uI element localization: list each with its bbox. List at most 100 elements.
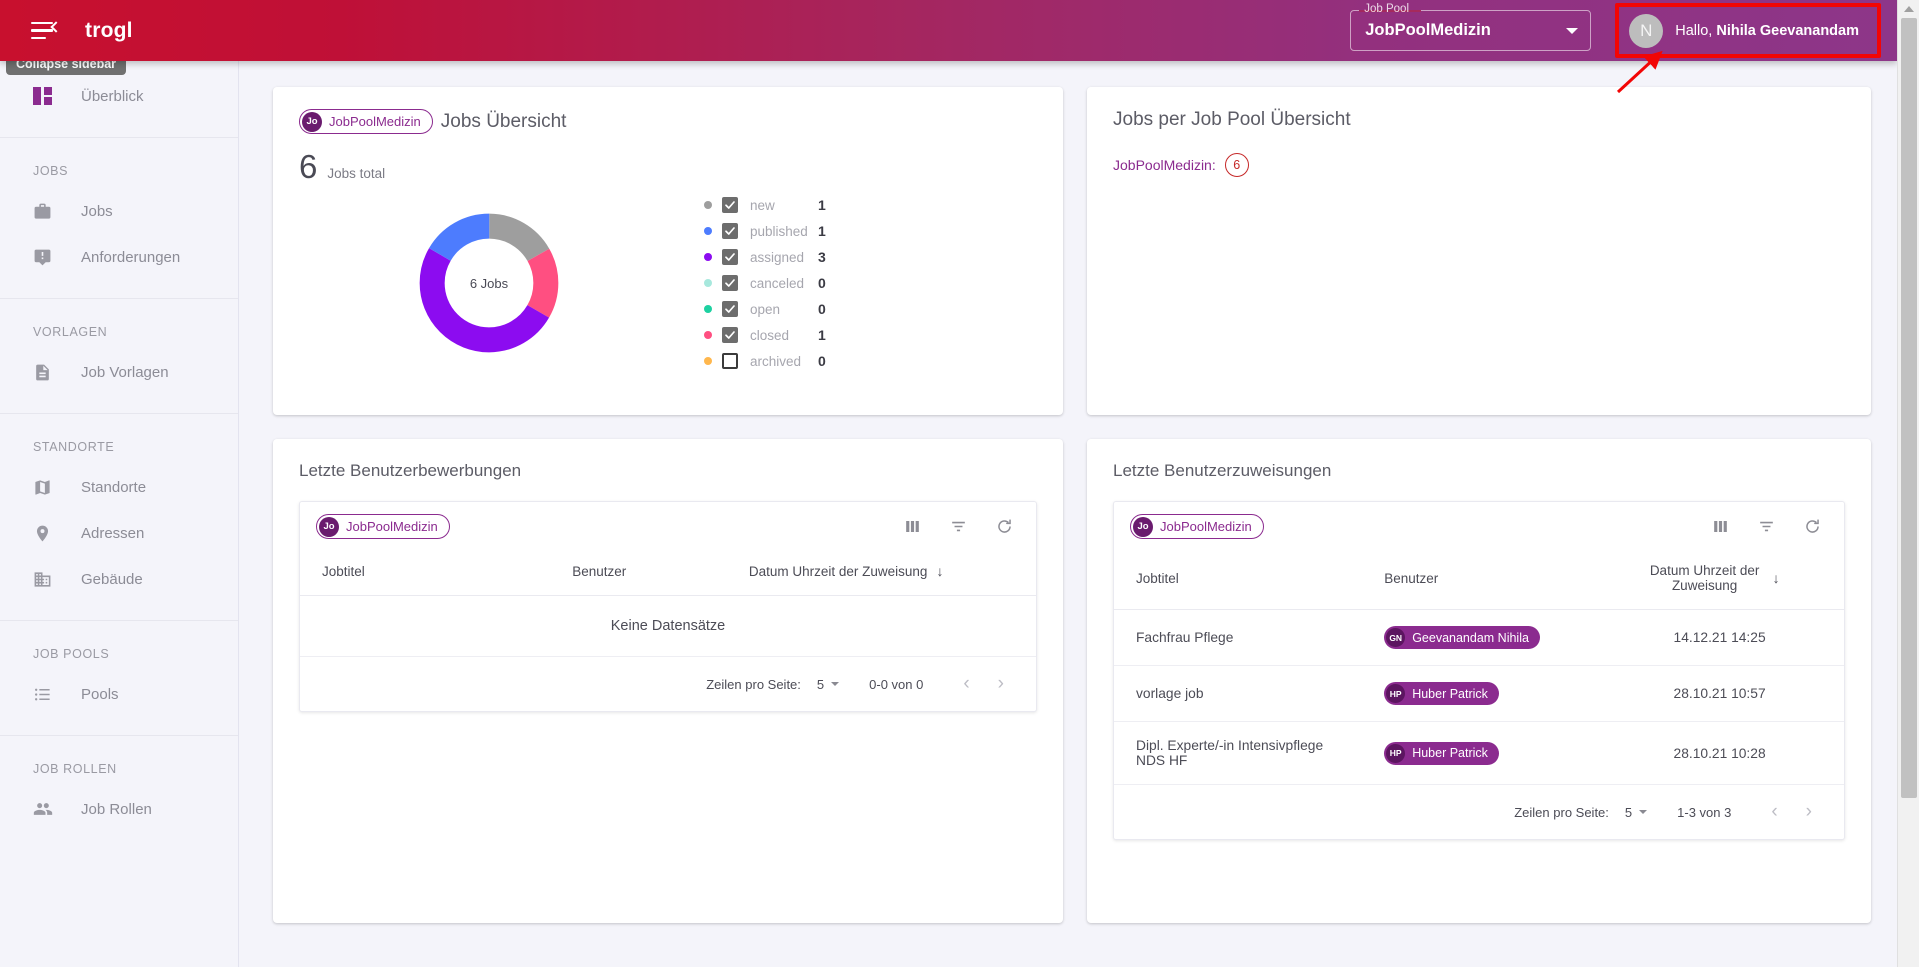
legend-value: 1 bbox=[818, 327, 826, 343]
jobs-total-number: 6 bbox=[299, 148, 318, 185]
jobpool-chip[interactable]: Jo JobPoolMedizin bbox=[299, 109, 433, 134]
sortable-header[interactable]: Datum Uhrzeit der Zuweisung ↓ bbox=[749, 563, 944, 579]
filter-icon[interactable] bbox=[949, 517, 968, 536]
sidebar-item-anforderungen[interactable]: Anforderungen bbox=[0, 234, 238, 280]
previous-page-button[interactable]: ‹ bbox=[1757, 801, 1791, 823]
scroll-up-arrow-icon[interactable] bbox=[1903, 6, 1914, 12]
sidebar-item-gebaude[interactable]: Gebäude bbox=[0, 556, 238, 602]
table-row[interactable]: Fachfrau Pflege GN Geevanandam Nihila 14.12… bbox=[1114, 609, 1844, 666]
assignments-table: Jobtitel Benutzer Datum Uhrzeit der Zuwe… bbox=[1114, 549, 1844, 785]
applications-title: Letzte Benutzerbewerbungen bbox=[299, 461, 522, 480]
legend-checkbox-new[interactable] bbox=[722, 197, 738, 213]
divider bbox=[0, 413, 238, 414]
next-page-button[interactable]: › bbox=[1792, 801, 1826, 823]
rows-per-page-select[interactable]: 5 bbox=[1624, 804, 1648, 820]
previous-page-button[interactable]: ‹ bbox=[949, 673, 983, 695]
hamburger-collapse-icon[interactable] bbox=[25, 14, 62, 48]
applications-card: Letzte Benutzerbewerbungen Jo JobPoolMed… bbox=[273, 439, 1063, 923]
legend-checkbox-canceled[interactable] bbox=[722, 275, 738, 291]
legend-checkbox-assigned[interactable] bbox=[722, 249, 738, 265]
columns-icon[interactable] bbox=[1711, 517, 1730, 536]
legend-row-archived: archived 0 bbox=[704, 348, 826, 374]
sidebar-item-label: Job Vorlagen bbox=[81, 363, 169, 381]
chip-avatar: Jo bbox=[302, 111, 322, 132]
cell-datum: 28.10.21 10:28 bbox=[1581, 721, 1844, 785]
user-chip-label: Geevanandam Nihila bbox=[1412, 630, 1529, 645]
column-header-benutzer[interactable]: Benutzer bbox=[550, 549, 727, 596]
sidebar-section-vorlagen: VORLAGEN bbox=[33, 325, 108, 339]
legend-checkbox-open[interactable] bbox=[722, 301, 738, 317]
legend-value: 3 bbox=[818, 249, 826, 265]
sidebar-item-job-rollen[interactable]: Job Rollen bbox=[0, 786, 238, 832]
sidebar-item-jobs[interactable]: Jobs bbox=[0, 188, 238, 234]
rows-per-page-select[interactable]: 5 bbox=[817, 677, 840, 692]
column-header-datum[interactable]: Datum Uhrzeit der Zuweisung ↓ bbox=[1581, 549, 1844, 610]
table-row[interactable]: Dipl. Experte/-in Intensivpflege NDS HF H… bbox=[1114, 721, 1844, 785]
column-header-jobtitel[interactable]: Jobtitel bbox=[300, 549, 551, 596]
cell-datum: 14.12.21 14:25 bbox=[1581, 609, 1844, 666]
column-header-jobtitel[interactable]: Jobtitel bbox=[1114, 549, 1363, 610]
cell-datum: 28.10.21 10:57 bbox=[1581, 665, 1844, 722]
chevron-down-icon bbox=[831, 682, 840, 686]
divider bbox=[0, 298, 238, 299]
legend-checkbox-closed[interactable] bbox=[722, 327, 738, 343]
jobs-total: 6 Jobs total bbox=[299, 148, 1037, 186]
applications-table: Jobtitel Benutzer Datum Uhrzeit der Zuwe… bbox=[300, 549, 1036, 657]
scrollbar-thumb[interactable] bbox=[1901, 18, 1917, 798]
column-header-datum[interactable]: Datum Uhrzeit der Zuweisung ↓ bbox=[726, 549, 1036, 596]
assignments-tbody: Fachfrau Pflege GN Geevanandam Nihila 14.12… bbox=[1114, 609, 1844, 785]
jobpool-select[interactable]: Job Pool JobPoolMedizin bbox=[1350, 3, 1592, 51]
table-row[interactable]: vorlage job HP Huber Patrick 28.10.21 10:57 bbox=[1114, 665, 1844, 722]
dashboard-icon bbox=[33, 86, 59, 106]
table-actions bbox=[903, 517, 1020, 536]
legend-row-canceled: canceled 0 bbox=[704, 270, 826, 296]
refresh-icon[interactable] bbox=[1803, 517, 1822, 536]
legend-color-dot bbox=[704, 201, 712, 209]
legend-row-published: published 1 bbox=[704, 218, 826, 244]
assignments-thead: Jobtitel Benutzer Datum Uhrzeit der Zuwe… bbox=[1114, 549, 1844, 610]
sidebar-item-pools[interactable]: Pools bbox=[0, 671, 238, 717]
sidebar-item-standorte[interactable]: Standorte bbox=[0, 464, 238, 510]
user-chip-avatar: GN bbox=[1386, 628, 1406, 647]
legend-checkbox-archived[interactable] bbox=[722, 353, 738, 369]
sidebar-item-label: Standorte bbox=[81, 478, 147, 496]
map-icon bbox=[33, 478, 59, 497]
sidebar-item-label: Überblick bbox=[81, 87, 144, 105]
legend-label: assigned bbox=[750, 249, 805, 265]
user-name: Nihila Geevanandam bbox=[1716, 22, 1859, 39]
jobs-overview-header: Jo JobPoolMedizin Jobs Übersicht bbox=[299, 109, 1037, 134]
sidebar-item-job-vorlagen[interactable]: Job Vorlagen bbox=[0, 349, 238, 395]
user-chip[interactable]: HP Huber Patrick bbox=[1384, 741, 1499, 765]
table-header-row: Jobtitel Benutzer Datum Uhrzeit der Zuwe… bbox=[300, 549, 1036, 596]
announcement-icon bbox=[33, 248, 59, 267]
greeting-prefix: Hallo, bbox=[1675, 22, 1717, 39]
user-chip[interactable]: HP Huber Patrick bbox=[1384, 682, 1499, 705]
app-brand-title: trogl bbox=[85, 18, 133, 42]
chip-label: JobPoolMedizin bbox=[346, 519, 438, 534]
chip-avatar: Jo bbox=[319, 516, 339, 537]
legend-row-new: new 1 bbox=[704, 192, 826, 218]
vertical-scrollbar[interactable] bbox=[1897, 0, 1919, 967]
sortable-header[interactable]: Datum Uhrzeit der Zuweisung ↓ bbox=[1646, 563, 1780, 593]
assignments-card: Letzte Benutzerzuweisungen Jo JobPoolMed… bbox=[1087, 439, 1871, 923]
columns-icon[interactable] bbox=[903, 517, 922, 536]
refresh-icon[interactable] bbox=[995, 517, 1014, 536]
next-page-button[interactable]: › bbox=[984, 673, 1018, 695]
jobpool-chip[interactable]: Jo JobPoolMedizin bbox=[1130, 514, 1264, 539]
jobpool-chip[interactable]: Jo JobPoolMedizin bbox=[316, 514, 450, 539]
legend-label: archived bbox=[750, 353, 802, 369]
filter-icon[interactable] bbox=[1757, 517, 1776, 536]
rows-per-page-value: 5 bbox=[1624, 804, 1633, 820]
sidebar-item-adressen[interactable]: Adressen bbox=[0, 510, 238, 556]
document-icon bbox=[33, 363, 59, 382]
chip-avatar: Jo bbox=[1133, 516, 1153, 537]
jobs-total-label: Jobs total bbox=[327, 166, 386, 181]
user-chip[interactable]: GN Geevanandam Nihila bbox=[1384, 626, 1540, 649]
legend-color-dot bbox=[704, 331, 712, 339]
user-greeting-button[interactable]: N Hallo, Nihila Geevanandam bbox=[1615, 3, 1881, 58]
assignments-title: Letzte Benutzerzuweisungen bbox=[1113, 461, 1332, 480]
legend-checkbox-published[interactable] bbox=[722, 223, 738, 239]
sidebar-item-uberblick[interactable]: Überblick bbox=[0, 73, 238, 119]
column-header-benutzer[interactable]: Benutzer bbox=[1362, 549, 1582, 610]
assignments-toolbar: Jo JobPoolMedizin bbox=[1114, 502, 1844, 549]
